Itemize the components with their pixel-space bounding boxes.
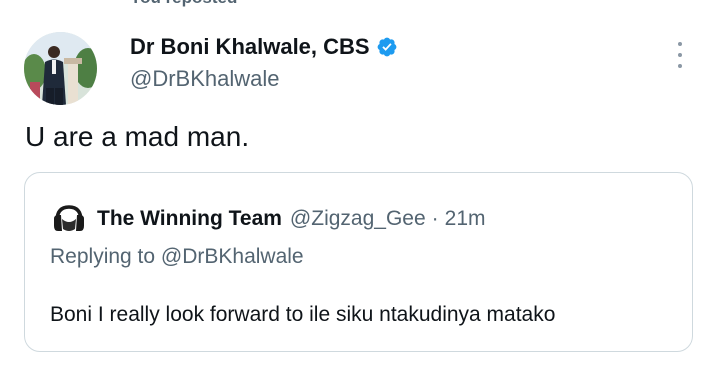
repost-context: You reposted — [130, 0, 237, 8]
avatar-photo-icon — [24, 32, 97, 105]
author-name[interactable]: Dr Boni Khalwale, CBS — [130, 34, 370, 60]
more-vertical-icon[interactable] — [672, 42, 688, 68]
more-dot — [678, 53, 682, 57]
quoted-tweet-header: The Winning Team @Zigzag_Gee · 21m — [49, 199, 486, 239]
author-name-row: Dr Boni Khalwale, CBS — [130, 34, 398, 60]
author-block[interactable]: Dr Boni Khalwale, CBS @DrBKhalwale — [130, 34, 398, 92]
meta-separator: · — [431, 207, 439, 230]
quoted-author-handle[interactable]: @Zigzag_Gee — [290, 207, 426, 231]
author-avatar[interactable] — [24, 32, 97, 105]
replying-to-line: Replying to @DrBKhalwale — [50, 245, 304, 268]
quoted-author-name[interactable]: The Winning Team — [97, 207, 282, 231]
author-handle[interactable]: @DrBKhalwale — [130, 66, 398, 92]
more-dot — [678, 64, 682, 68]
more-dot — [678, 42, 682, 46]
tweet-text: U are a mad man. — [25, 121, 250, 152]
quoted-tweet-text: Boni I really look forward to ile siku n… — [50, 303, 556, 326]
verified-badge-icon — [376, 36, 398, 58]
quoted-timestamp[interactable]: 21m — [445, 207, 486, 231]
quoted-tweet-card[interactable]: The Winning Team @Zigzag_Gee · 21m Reply… — [24, 172, 693, 352]
headphones-avatar-icon[interactable] — [49, 199, 89, 239]
